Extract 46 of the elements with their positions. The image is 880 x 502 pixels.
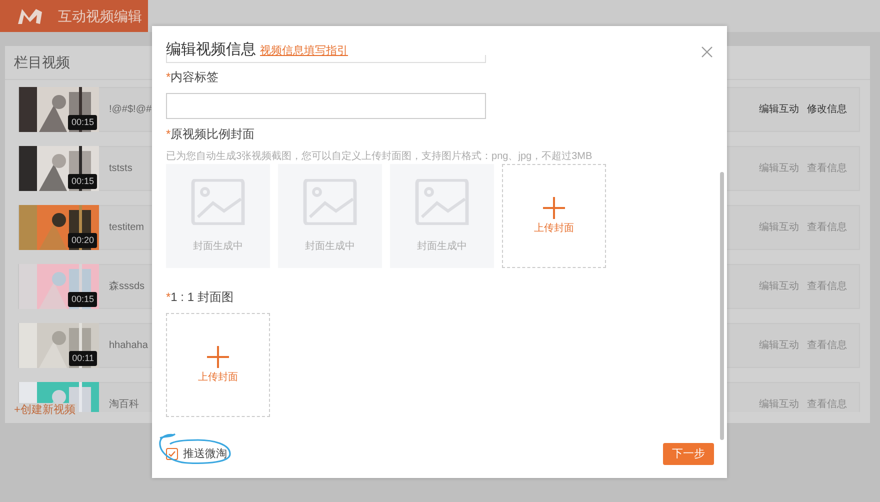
push-checkbox[interactable] <box>166 448 178 460</box>
tile-caption: 封面生成中 <box>305 240 355 254</box>
plus-icon <box>207 346 229 368</box>
action-link[interactable]: 编辑互动 <box>759 220 799 235</box>
action-link[interactable]: 编辑互动 <box>759 102 799 117</box>
plus-icon <box>543 196 565 218</box>
section-label: *原视频比例封面 <box>166 127 256 141</box>
action-link[interactable]: 查看信息 <box>807 279 847 294</box>
duration-label: 00:15 <box>68 174 97 189</box>
logo-icon <box>16 6 44 26</box>
upload-cover-button[interactable]: 上传封面 <box>502 164 606 268</box>
action-link[interactable]: 编辑互动 <box>759 397 799 412</box>
duration-label: 00:20 <box>68 232 97 248</box>
image-icon <box>415 178 469 224</box>
action-link[interactable]: 查看信息 <box>807 397 847 412</box>
video-title: tststs <box>109 162 132 176</box>
tile-caption: 封面生成中 <box>417 240 467 254</box>
action-link[interactable]: 查看信息 <box>807 161 847 176</box>
action-link[interactable]: 编辑互动 <box>759 161 799 176</box>
video-title: hhahaha <box>109 339 148 353</box>
image-icon <box>303 178 357 224</box>
image-icon <box>191 178 245 224</box>
upload-cover-button[interactable]: 上传封面 <box>166 313 270 417</box>
tag-input[interactable] <box>166 93 486 119</box>
action-link[interactable]: 修改信息 <box>807 102 847 117</box>
push-label: 推送微淘 <box>183 446 227 462</box>
action-link[interactable]: 编辑互动 <box>759 338 799 353</box>
duration-label: 00:15 <box>68 292 97 307</box>
input-field[interactable] <box>166 55 486 63</box>
video-title: !@#$!@# <box>109 103 152 117</box>
duration-label: 00:11 <box>69 350 97 366</box>
duration-label: 00:15 <box>68 114 97 130</box>
next-button[interactable]: 下一步 <box>663 443 714 465</box>
create-video-link[interactable]: +创建新视频 <box>12 403 78 417</box>
hint-text: 已为您自动生成3张视频截图，您可以自定义上传封面图，支持图片格式：png、jpg，不超过3MB <box>166 150 594 164</box>
action-link[interactable]: 查看信息 <box>807 338 847 353</box>
action-link[interactable]: 查看信息 <box>807 220 847 235</box>
scrollbar[interactable] <box>720 172 724 440</box>
app-title: 互动视频编辑 <box>58 6 142 26</box>
video-title: 淘百科 <box>109 398 139 412</box>
guide-link[interactable]: 视频信息填写指引 <box>260 43 348 60</box>
video-title: 森sssds <box>109 280 145 294</box>
tile-caption: 封面生成中 <box>193 240 243 254</box>
section-label: *1 : 1 封面图 <box>166 290 234 304</box>
video-title: testitem <box>109 221 144 235</box>
action-link[interactable]: 编辑互动 <box>759 279 799 294</box>
